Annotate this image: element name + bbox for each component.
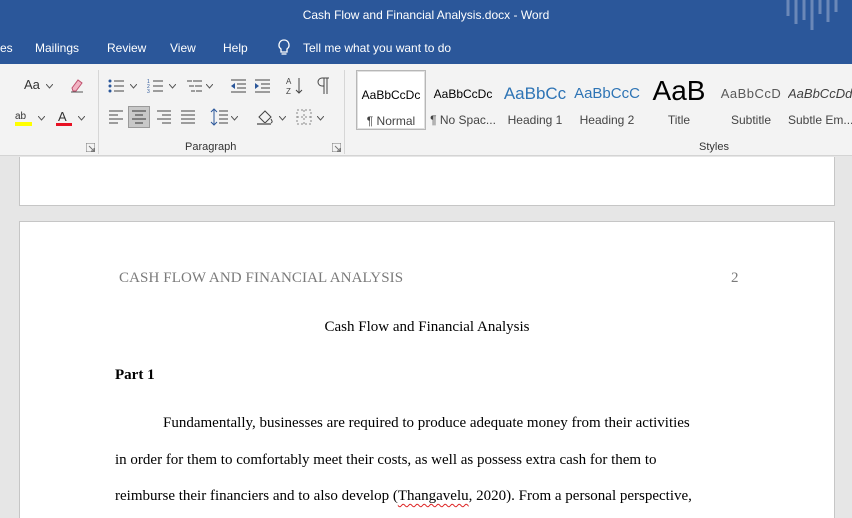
lightbulb-icon	[278, 39, 290, 55]
title-bar: Cash Flow and Financial Analysis.docx - …	[0, 0, 852, 34]
font-dialog-launcher-icon[interactable]	[86, 143, 95, 152]
style-name: ¶ No Spac...	[430, 113, 496, 127]
spelling-flag[interactable]: Thangavelu	[398, 488, 469, 504]
style-name: Subtle Em...	[788, 113, 852, 127]
style-name: Heading 2	[579, 113, 635, 127]
ribbon: Aa ab A 123 AZ Paragraph AaBbCcDc ¶ Norm…	[0, 64, 852, 156]
font-size-menu-button[interactable]: Aa	[0, 74, 50, 96]
chevron-down-icon	[206, 84, 213, 89]
running-head: CASH FLOW AND FINANCIAL ANALYSIS	[119, 270, 404, 286]
paragraph-line: in order for them to comfortably meet th…	[115, 452, 657, 468]
line-spacing-icon[interactable]	[210, 107, 228, 127]
style-heading-1[interactable]: AaBbCc Heading 1	[500, 70, 570, 130]
window-title: Cash Flow and Financial Analysis.docx - …	[302, 8, 550, 22]
font-size-glyph: Aa	[24, 77, 40, 92]
style-name: Heading 1	[507, 113, 563, 127]
multilevel-list-icon[interactable]	[186, 78, 202, 94]
chevron-down-icon	[231, 116, 238, 121]
previous-page	[19, 157, 835, 206]
chevron-down-icon	[78, 116, 85, 121]
style-sample: AaBbCcC	[574, 85, 640, 102]
style-sample: AaBbCcD	[720, 86, 782, 101]
tab-mailings[interactable]: Mailings	[35, 41, 79, 55]
style-heading-2[interactable]: AaBbCcC Heading 2	[572, 70, 642, 130]
style-normal[interactable]: AaBbCcDc ¶ Normal	[356, 70, 426, 130]
section-heading: Part 1	[115, 367, 155, 383]
show-formatting-marks-icon[interactable]	[316, 77, 330, 95]
document-title: Cash Flow and Financial Analysis	[324, 319, 530, 335]
ribbon-separator	[344, 70, 345, 154]
chevron-down-icon	[130, 84, 137, 89]
borders-icon[interactable]	[296, 109, 312, 125]
svg-text:A: A	[286, 77, 292, 86]
align-left-icon[interactable]	[108, 110, 124, 124]
numbering-icon[interactable]: 123	[147, 78, 163, 94]
paragraph-line: reimburse their financiers and to also d…	[115, 488, 692, 505]
paragraph-group-label: Paragraph	[185, 141, 237, 153]
paragraph-text: , 2020). From a personal perspective,	[468, 488, 692, 504]
chevron-down-icon	[279, 116, 286, 121]
highlight-icon[interactable]: ab	[14, 108, 34, 128]
align-center-icon	[132, 110, 146, 124]
tell-me-search[interactable]: Tell me what you want to do	[303, 41, 451, 55]
font-color-icon[interactable]: A	[54, 108, 74, 128]
clear-formatting-icon[interactable]	[68, 76, 86, 94]
align-center-button[interactable]	[128, 106, 150, 128]
justify-icon[interactable]	[180, 110, 196, 124]
style-no-spacing[interactable]: AaBbCcDc ¶ No Spac...	[428, 70, 498, 130]
style-sample: AaBbCcDc	[433, 87, 493, 101]
style-sample: AaBbCc	[503, 84, 567, 103]
style-sample: AaBbCcDc	[361, 88, 421, 102]
chevron-down-icon	[38, 116, 45, 121]
style-sample: AaBbCcDd	[788, 86, 852, 101]
tab-help[interactable]: Help	[223, 41, 248, 55]
shading-icon[interactable]	[256, 108, 274, 126]
chevron-down-icon	[169, 84, 176, 89]
svg-text:A: A	[58, 109, 67, 124]
tab-references[interactable]: es	[0, 41, 13, 55]
chevron-down-icon	[46, 84, 53, 89]
increase-indent-icon[interactable]	[254, 78, 270, 94]
title-decoration-graphic	[786, 0, 838, 30]
document-canvas[interactable]: CASH FLOW AND FINANCIAL ANALYSIS 2 Cash …	[0, 157, 852, 518]
chevron-down-icon	[317, 116, 324, 121]
ribbon-tabs: es Mailings Review View Help Tell me wha…	[0, 34, 852, 64]
page-number: 2	[731, 270, 739, 286]
style-name: Subtitle	[730, 113, 772, 127]
style-title[interactable]: AaB Title	[644, 70, 714, 130]
styles-group-label: Styles	[699, 141, 729, 153]
bullets-icon[interactable]	[108, 78, 124, 94]
style-subtle-emphasis[interactable]: AaBbCcDd Subtle Em...	[788, 70, 852, 130]
style-name: Title	[667, 113, 691, 127]
sort-icon[interactable]: AZ	[286, 76, 304, 96]
ribbon-separator	[98, 70, 99, 154]
tab-review[interactable]: Review	[107, 41, 146, 55]
svg-text:ab: ab	[15, 111, 27, 122]
paragraph-line: Fundamentally, businesses are required t…	[163, 415, 690, 431]
tab-view[interactable]: View	[170, 41, 196, 55]
paragraph-text: reimburse their financiers and to also d…	[115, 488, 398, 504]
document-page[interactable]: CASH FLOW AND FINANCIAL ANALYSIS 2 Cash …	[19, 221, 835, 518]
svg-text:Z: Z	[286, 87, 291, 96]
style-subtitle[interactable]: AaBbCcD Subtitle	[716, 70, 786, 130]
paragraph-dialog-launcher-icon[interactable]	[332, 143, 341, 152]
style-sample: AaB	[652, 76, 706, 106]
svg-text:3: 3	[147, 89, 150, 94]
align-right-icon[interactable]	[156, 110, 172, 124]
decrease-indent-icon[interactable]	[230, 78, 246, 94]
style-name: ¶ Normal	[366, 114, 416, 128]
